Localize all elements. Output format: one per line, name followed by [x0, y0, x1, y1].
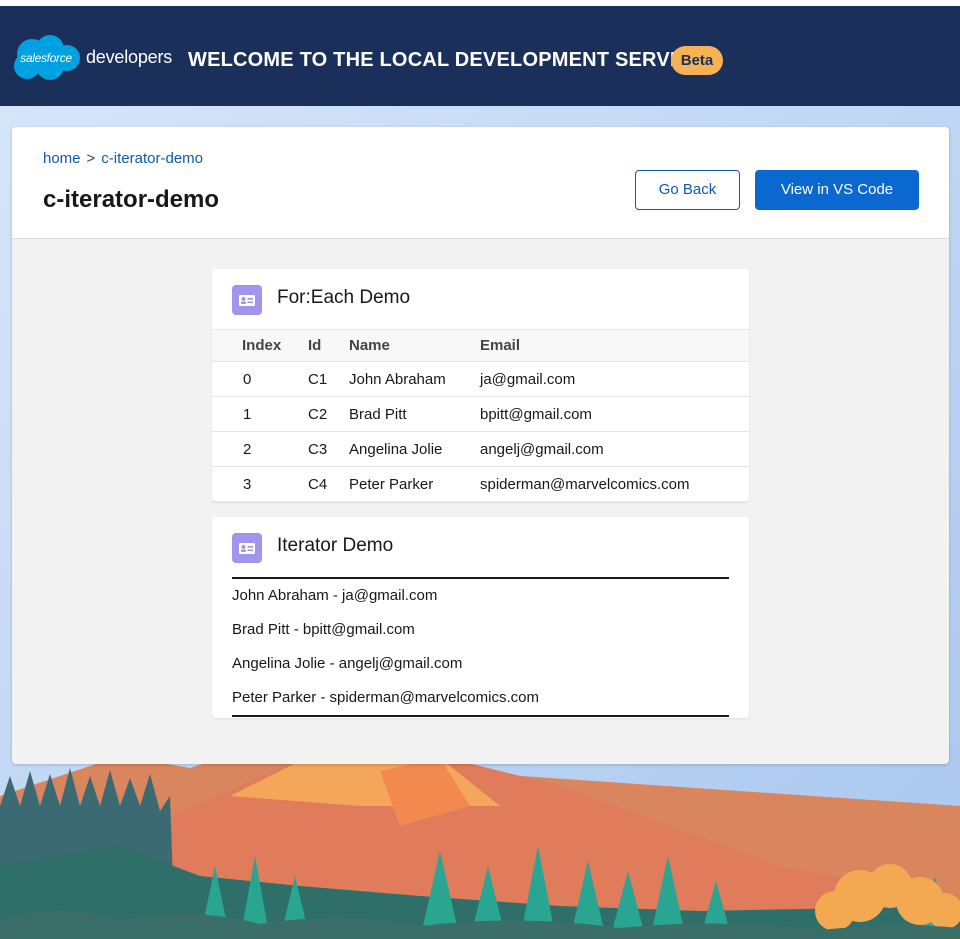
table-header-row: Index Id Name Email — [212, 329, 749, 362]
cell-id: C3 — [308, 431, 349, 467]
table-row: 3 C4 Peter Parker spiderman@marvelcomics… — [212, 466, 749, 502]
breadcrumb: home > c-iterator-demo — [43, 150, 203, 167]
cell-id: C4 — [308, 466, 349, 502]
list-item: Angelina Jolie - angelj@gmail.com — [232, 655, 463, 672]
breadcrumb-separator: > — [86, 150, 96, 167]
iterator-list: John Abraham - ja@gmail.com Brad Pitt - … — [232, 577, 729, 717]
view-in-vscode-button[interactable]: View in VS Code — [755, 170, 919, 210]
cell-id: C1 — [308, 361, 349, 397]
foreach-demo-card: For:Each Demo Index Id Name Email 0 C1 J… — [212, 269, 749, 502]
cell-email: bpitt@gmail.com — [480, 396, 749, 432]
app-header: salesforce developers WELCOME TO THE LOC… — [0, 6, 960, 106]
contact-card-icon — [232, 285, 262, 315]
header-title: WELCOME TO THE LOCAL DEVELOPMENT SERVER — [188, 49, 699, 71]
column-header-name: Name — [349, 329, 480, 362]
cell-index: 2 — [212, 431, 308, 467]
component-panel: home > c-iterator-demo c-iterator-demo Go … — [12, 127, 949, 764]
cell-index: 3 — [212, 466, 308, 502]
contact-card-icon — [232, 533, 262, 563]
cell-index: 1 — [212, 396, 308, 432]
list-item: Peter Parker - spiderman@marvelcomics.co… — [232, 689, 539, 706]
column-header-id: Id — [308, 329, 349, 362]
go-back-button[interactable]: Go Back — [635, 170, 740, 210]
iterator-demo-card: Iterator Demo John Abraham - ja@gmail.co… — [212, 517, 749, 718]
cell-name: Peter Parker — [349, 466, 480, 502]
list-item: John Abraham - ja@gmail.com — [232, 587, 438, 604]
cell-index: 0 — [212, 361, 308, 397]
column-header-email: Email — [480, 329, 749, 362]
list-item: Brad Pitt - bpitt@gmail.com — [232, 621, 415, 638]
cell-name: Angelina Jolie — [349, 431, 480, 467]
foreach-card-title: For:Each Demo — [277, 287, 411, 308]
cell-name: John Abraham — [349, 361, 480, 397]
table-row: 1 C2 Brad Pitt bpitt@gmail.com — [212, 396, 749, 432]
logo-developers-text: developers — [86, 47, 173, 67]
cell-email: ja@gmail.com — [480, 361, 749, 397]
column-header-index: Index — [212, 329, 308, 362]
table-row: 2 C3 Angelina Jolie angelj@gmail.com — [212, 431, 749, 467]
breadcrumb-current-link[interactable]: c-iterator-demo — [101, 150, 203, 167]
beta-badge: Beta — [671, 46, 723, 75]
cell-id: C2 — [308, 396, 349, 432]
cell-name: Brad Pitt — [349, 396, 480, 432]
logo-cloud-text: salesforce — [20, 51, 72, 65]
page-title: c-iterator-demo — [43, 186, 220, 213]
iterator-card-title: Iterator Demo — [277, 535, 394, 556]
table-row: 0 C1 John Abraham ja@gmail.com — [212, 361, 749, 397]
panel-header: home > c-iterator-demo c-iterator-demo Go … — [12, 127, 949, 239]
cell-email: spiderman@marvelcomics.com — [480, 466, 749, 502]
contacts-table: Index Id Name Email 0 C1 John Abraham ja… — [212, 329, 749, 502]
breadcrumb-home-link[interactable]: home — [43, 150, 81, 167]
cell-email: angelj@gmail.com — [480, 431, 749, 467]
